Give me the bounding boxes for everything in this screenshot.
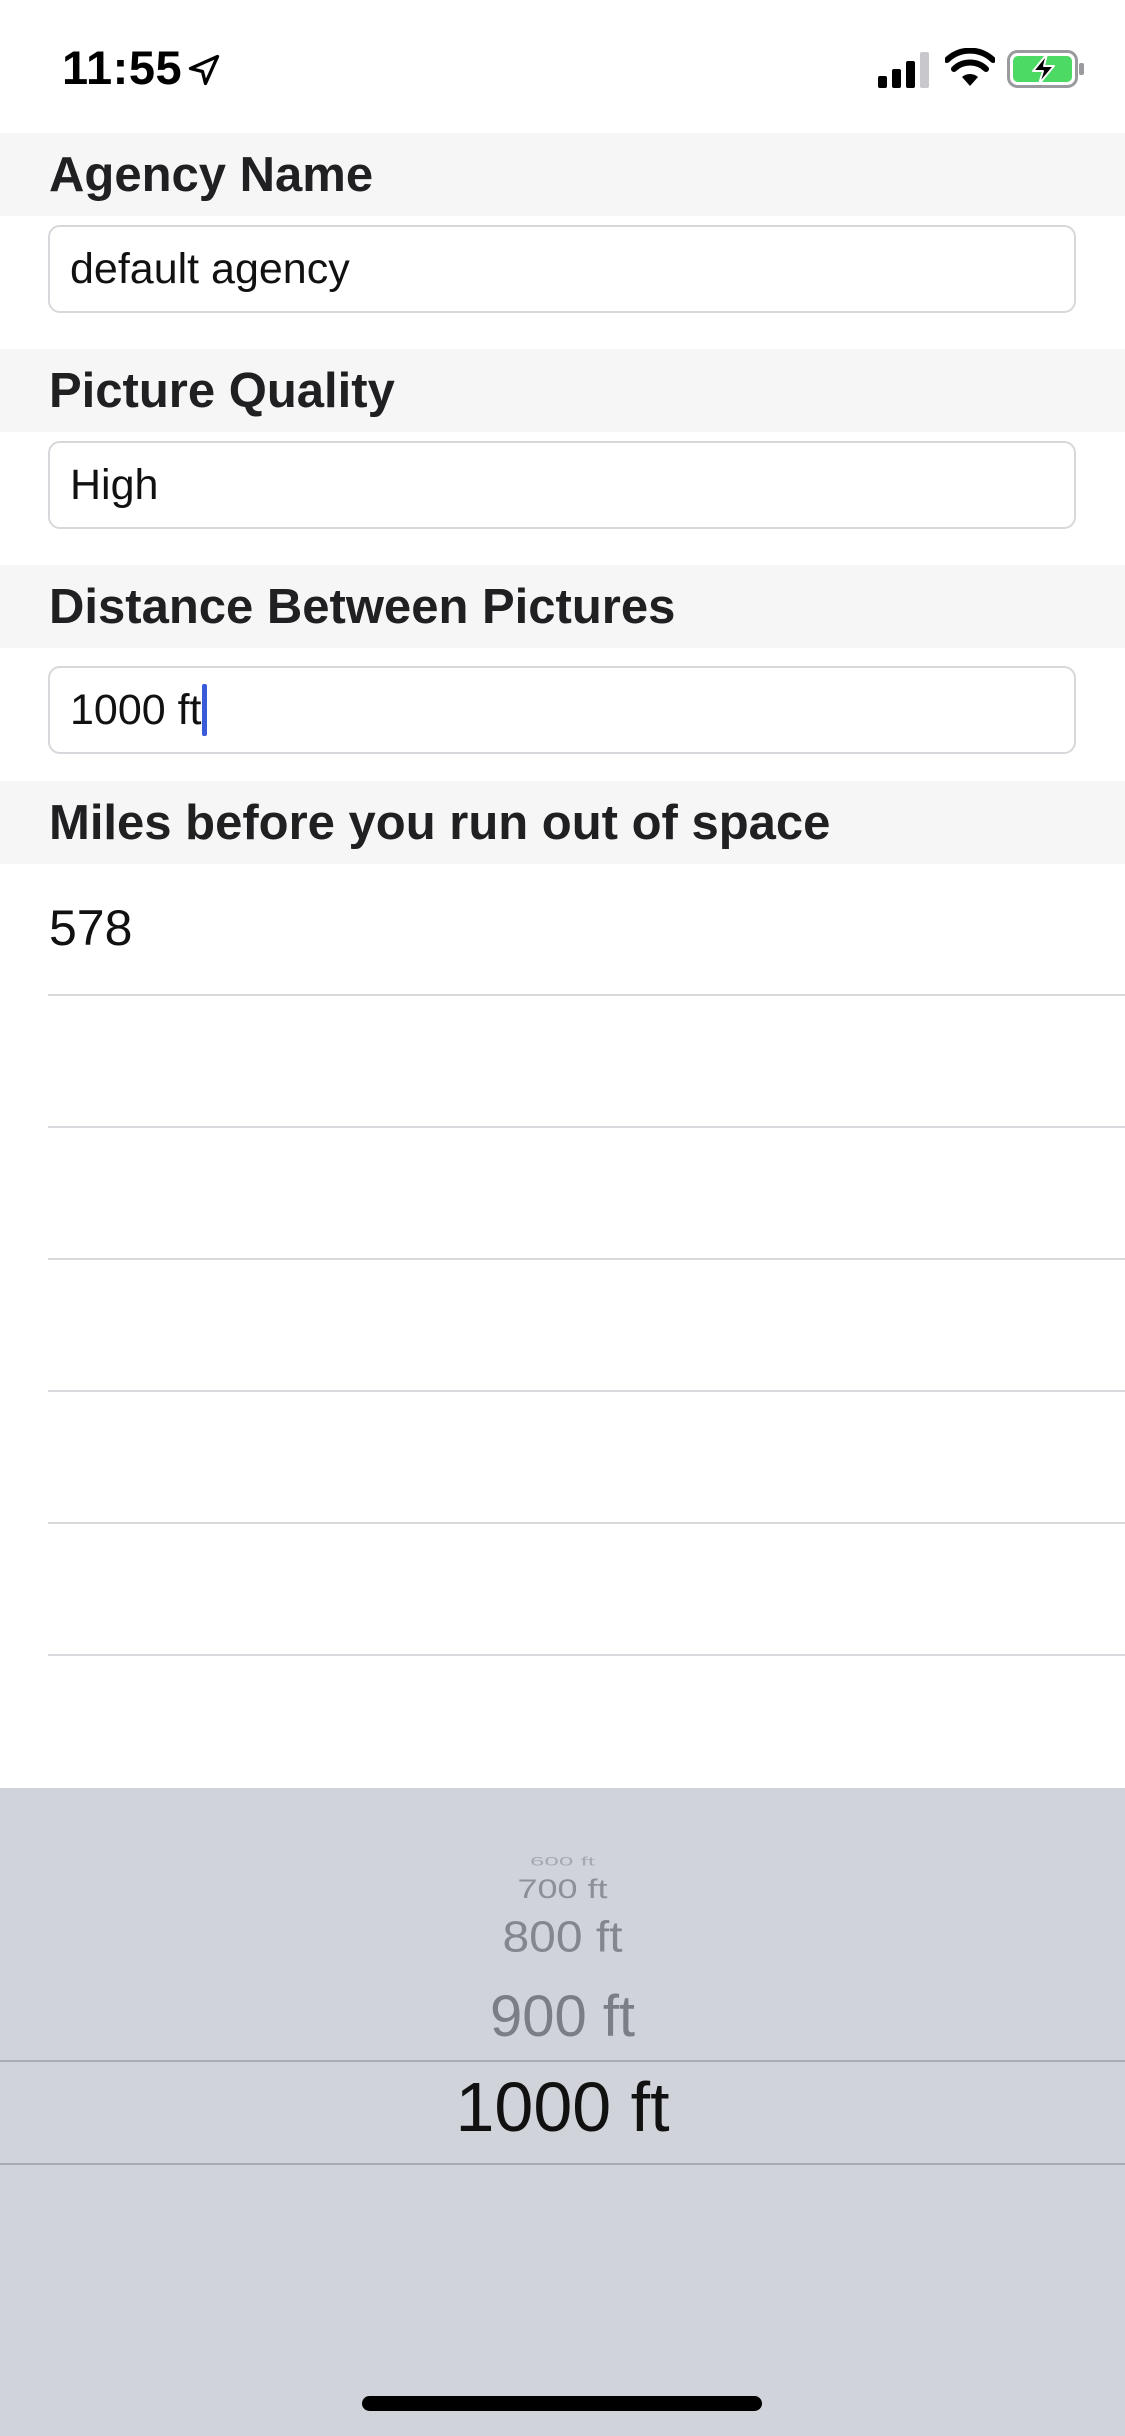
agency-name-header: Agency Name xyxy=(0,133,1125,216)
home-indicator[interactable] xyxy=(362,2396,762,2411)
row-separator xyxy=(48,1258,1125,1260)
agency-name-value: default agency xyxy=(70,245,350,293)
status-time: 11:55 xyxy=(62,41,183,94)
miles-remaining-label: Miles before you run out of space xyxy=(49,796,831,850)
picker-option[interactable]: 800 ft xyxy=(0,1913,1125,1963)
agency-name-label: Agency Name xyxy=(49,148,374,202)
battery-charging-icon xyxy=(1007,50,1084,88)
row-separator xyxy=(48,1654,1125,1656)
location-arrow-icon xyxy=(188,54,220,86)
picture-quality-input[interactable]: High xyxy=(48,441,1076,529)
miles-remaining-header: Miles before you run out of space xyxy=(0,781,1125,864)
picker-selection-bottom-line xyxy=(0,2163,1125,2165)
row-separator xyxy=(48,1522,1125,1524)
distance-between-pictures-value: 1000 ft xyxy=(70,686,202,734)
picker-selection-top-line xyxy=(0,2060,1125,2062)
miles-remaining-value: 578 xyxy=(49,900,133,956)
row-separator xyxy=(48,994,1125,996)
picker-option[interactable]: 900 ft xyxy=(0,1983,1125,2050)
distance-picker[interactable]: 600 ft 700 ft 800 ft 900 ft 1000 ft xyxy=(0,1788,1125,2436)
distance-between-pictures-label: Distance Between Pictures xyxy=(49,580,676,634)
signal-icon xyxy=(878,52,929,88)
distance-between-pictures-input[interactable]: 1000 ft xyxy=(48,666,1076,754)
distance-between-pictures-header: Distance Between Pictures xyxy=(0,565,1125,648)
picker-option[interactable]: 600 ft xyxy=(0,1855,1125,1869)
text-caret xyxy=(201,683,207,736)
picture-quality-header: Picture Quality xyxy=(0,349,1125,432)
picture-quality-value: High xyxy=(70,461,159,509)
picker-option[interactable]: 700 ft xyxy=(0,1873,1125,1905)
agency-name-input[interactable]: default agency xyxy=(48,225,1076,313)
picker-selected-option[interactable]: 1000 ft xyxy=(0,2067,1125,2147)
row-separator xyxy=(48,1126,1125,1128)
wifi-icon xyxy=(945,48,995,86)
row-separator xyxy=(48,1390,1125,1392)
status-bar: 11:55 xyxy=(0,0,1125,133)
picture-quality-label: Picture Quality xyxy=(49,364,395,418)
